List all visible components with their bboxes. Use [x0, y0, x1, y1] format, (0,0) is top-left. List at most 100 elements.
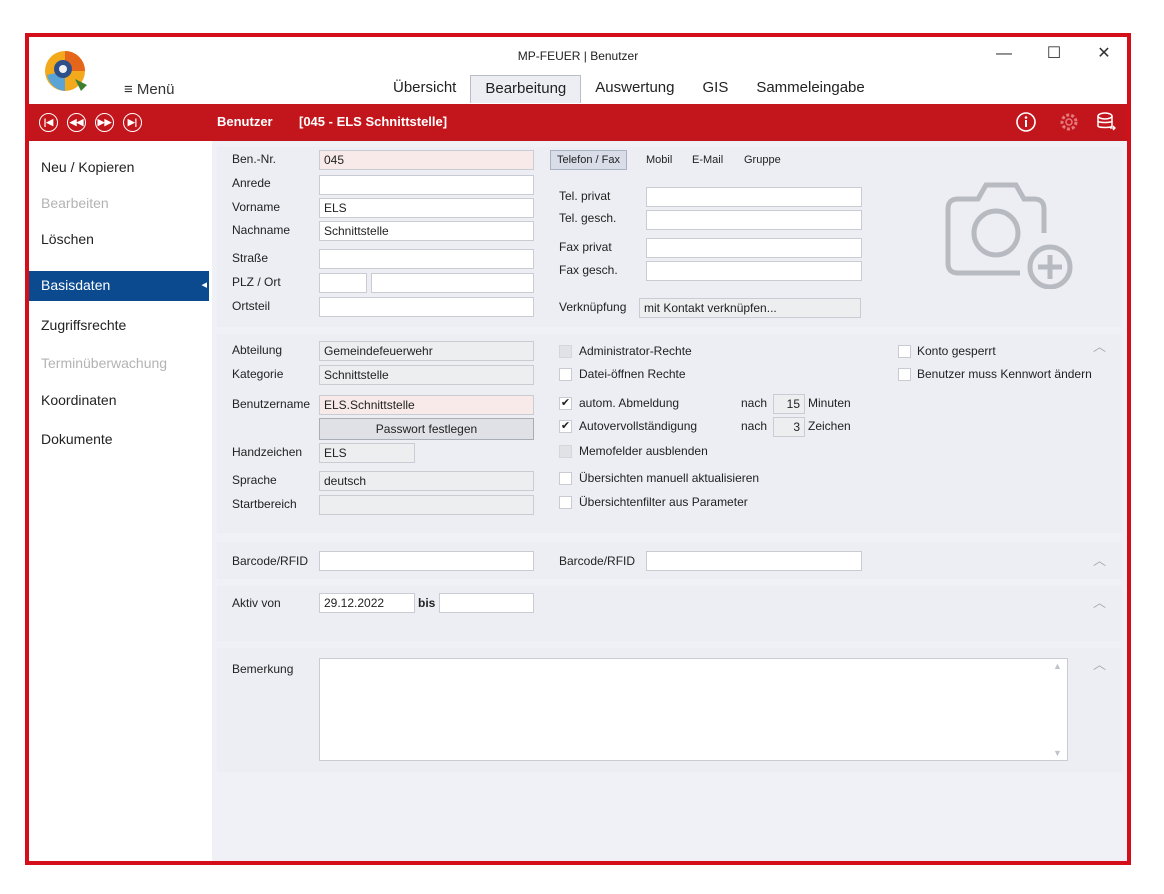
- aktiv-von-label: Aktiv von: [232, 596, 281, 610]
- strasse-field[interactable]: [319, 249, 534, 269]
- tab-mobil[interactable]: Mobil: [640, 151, 678, 169]
- tab-telefon-fax[interactable]: Telefon / Fax: [550, 150, 627, 170]
- abmeldung-nach-label: nach: [741, 396, 768, 410]
- bemerkung-label: Bemerkung: [232, 662, 294, 676]
- nachname-field[interactable]: Schnittstelle: [319, 221, 534, 241]
- info-icon[interactable]: [1014, 110, 1038, 134]
- tab-uebersicht[interactable]: Übersicht: [379, 75, 470, 103]
- uebersichten-aktualisieren-checkbox[interactable]: [559, 472, 572, 485]
- abmeldung-minutes-field[interactable]: 15: [773, 394, 805, 414]
- tel-gesch-field[interactable]: [646, 210, 862, 230]
- sidebar-item-koordinaten[interactable]: Koordinaten: [41, 392, 117, 408]
- memofelder-checkbox: [559, 445, 572, 458]
- aktiv-bis-field[interactable]: [439, 593, 534, 613]
- content-area: Ben.-Nr. 045 Anrede Vorname ELS Nachname…: [212, 141, 1127, 861]
- record-entity: Benutzer: [217, 114, 273, 129]
- passwort-festlegen-button[interactable]: Passwort festlegen: [319, 418, 534, 440]
- startbereich-label: Startbereich: [232, 497, 297, 511]
- sidebar-item-zugriffsrechte[interactable]: Zugriffsrechte: [41, 317, 126, 333]
- close-button[interactable]: ✕: [1089, 43, 1119, 65]
- kategorie-field[interactable]: Schnittstelle: [319, 365, 534, 385]
- barcode-label-1: Barcode/RFID: [232, 554, 309, 568]
- tel-gesch-label: Tel. gesch.: [559, 211, 617, 225]
- first-record-icon[interactable]: |◀: [39, 113, 58, 132]
- fax-gesch-field[interactable]: [646, 261, 862, 281]
- datei-oeffnen-checkbox[interactable]: [559, 368, 572, 381]
- sidebar: Neu / Kopieren Bearbeiten Löschen Basisd…: [29, 141, 209, 861]
- barcode-label-2: Barcode/RFID: [559, 554, 636, 568]
- benutzername-field[interactable]: ELS.Schnittstelle: [319, 395, 534, 415]
- collapse-icon[interactable]: ︿: [1093, 592, 1106, 611]
- tab-auswertung[interactable]: Auswertung: [581, 75, 688, 103]
- abmeldung-unit-label: Minuten: [808, 396, 851, 410]
- ortsteil-label: Ortsteil: [232, 299, 271, 313]
- strasse-label: Straße: [232, 251, 269, 265]
- bemerkung-textarea[interactable]: [319, 658, 1068, 761]
- tab-sammeleingabe[interactable]: Sammeleingabe: [742, 75, 878, 103]
- last-record-icon[interactable]: ▶|: [123, 113, 142, 132]
- database-icon[interactable]: [1094, 110, 1118, 134]
- nachname-label: Nachname: [232, 223, 291, 237]
- settings-gear-icon[interactable]: [1057, 110, 1081, 134]
- add-photo-icon[interactable]: [934, 169, 1074, 289]
- tab-email[interactable]: E-Mail: [686, 151, 729, 169]
- sidebar-item-basisdaten[interactable]: Basisdaten ◂: [29, 271, 209, 301]
- menu-button[interactable]: ≡ Menü: [124, 81, 174, 98]
- ortsteil-field[interactable]: [319, 297, 534, 317]
- uebersichtenfilter-checkbox[interactable]: [559, 496, 572, 509]
- main-tabs: Übersicht Bearbeitung Auswertung GIS Sam…: [379, 75, 879, 103]
- verknuepfung-label: Verknüpfung: [559, 300, 627, 314]
- ort-field[interactable]: [371, 273, 534, 293]
- tel-privat-label: Tel. privat: [559, 189, 611, 203]
- handzeichen-label: Handzeichen: [232, 445, 303, 459]
- previous-record-icon[interactable]: ◀◀: [67, 113, 86, 132]
- autom-abmeldung-checkbox[interactable]: ✔: [559, 397, 572, 410]
- vorname-label: Vorname: [232, 200, 281, 214]
- barcode-field-2[interactable]: [646, 551, 862, 571]
- verknuepfung-field[interactable]: mit Kontakt verknüpfen...: [639, 298, 861, 318]
- minimize-button[interactable]: —: [989, 43, 1019, 65]
- collapse-icon[interactable]: ︿: [1093, 336, 1106, 355]
- startbereich-field[interactable]: [319, 495, 534, 515]
- autovervollstaendigung-nach-label: nach: [741, 419, 768, 433]
- tab-gruppe[interactable]: Gruppe: [738, 151, 787, 169]
- kennwort-aendern-checkbox[interactable]: [898, 368, 911, 381]
- bis-label: bis: [418, 596, 436, 610]
- fax-gesch-label: Fax gesch.: [559, 263, 618, 277]
- vorname-field[interactable]: ELS: [319, 198, 534, 218]
- next-record-icon[interactable]: ▶▶: [95, 113, 114, 132]
- abteilung-field[interactable]: Gemeindefeuerwehr: [319, 341, 534, 361]
- fax-privat-field[interactable]: [646, 238, 862, 258]
- tab-bearbeitung[interactable]: Bearbeitung: [470, 75, 582, 103]
- abteilung-label: Abteilung: [232, 343, 283, 357]
- tab-gis[interactable]: GIS: [688, 75, 742, 103]
- maximize-button[interactable]: ☐: [1039, 43, 1069, 65]
- ben-nr-field[interactable]: 045: [319, 150, 534, 170]
- sprache-field[interactable]: deutsch: [319, 471, 534, 491]
- admin-rechte-label: Administrator-Rechte: [579, 344, 692, 358]
- tel-privat-field[interactable]: [646, 187, 862, 207]
- sidebar-item-label: Basisdaten: [41, 277, 111, 293]
- sidebar-loeschen[interactable]: Löschen: [41, 231, 94, 247]
- scroll-up-icon[interactable]: ▲: [1053, 661, 1062, 671]
- handzeichen-field[interactable]: ELS: [319, 443, 415, 463]
- window-title: MP-FEUER | Benutzer: [517, 49, 639, 63]
- scroll-down-icon[interactable]: ▼: [1053, 748, 1062, 758]
- person-panel: Ben.-Nr. 045 Anrede Vorname ELS Nachname…: [217, 147, 1122, 327]
- autom-abmeldung-label: autom. Abmeldung: [579, 396, 680, 410]
- collapse-icon[interactable]: ︿: [1093, 654, 1106, 673]
- plz-field[interactable]: [319, 273, 367, 293]
- sidebar-neu-kopieren[interactable]: Neu / Kopieren: [41, 159, 134, 175]
- konto-gesperrt-checkbox[interactable]: [898, 345, 911, 358]
- app-window-frame: MP-FEUER | Benutzer — ☐ ✕ ≡ Menü Übersic…: [25, 33, 1131, 865]
- admin-rechte-checkbox: [559, 345, 572, 358]
- bemerkung-panel: Bemerkung ▲ ▼ ︿: [217, 648, 1122, 772]
- sidebar-item-dokumente[interactable]: Dokumente: [41, 431, 113, 447]
- collapse-icon[interactable]: ︿: [1093, 550, 1106, 569]
- plz-ort-label: PLZ / Ort: [232, 275, 281, 289]
- anrede-field[interactable]: [319, 175, 534, 195]
- aktiv-von-field[interactable]: 29.12.2022: [319, 593, 415, 613]
- autovervollstaendigung-chars-field[interactable]: 3: [773, 417, 805, 437]
- autovervollstaendigung-checkbox[interactable]: ✔: [559, 420, 572, 433]
- barcode-field-1[interactable]: [319, 551, 534, 571]
